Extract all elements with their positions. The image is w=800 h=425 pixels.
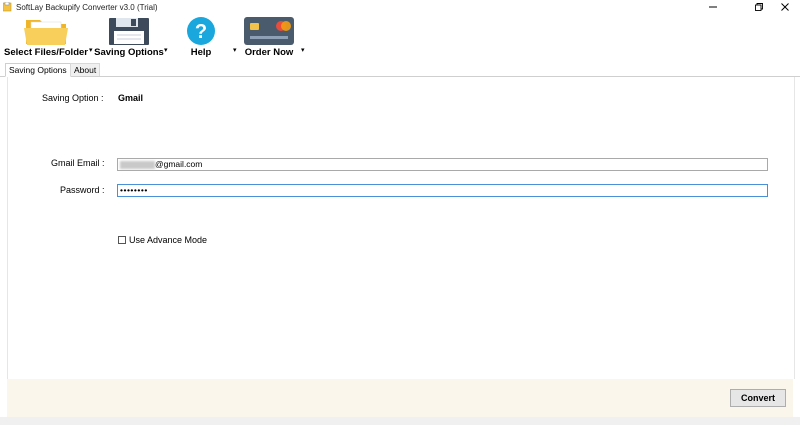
saving-options-button[interactable]: Saving Options [94, 16, 164, 62]
close-button[interactable] [770, 0, 800, 14]
title-bar: SoftLay Backupify Converter v3.0 (Trial) [0, 0, 800, 14]
tab-strip: Saving Options About [0, 63, 800, 77]
window-bottom-edge [0, 417, 800, 425]
app-logo-icon [2, 1, 12, 12]
floppy-disk-icon [109, 18, 149, 45]
toolbar: Select Files/Folder ▾ Saving Options ▾ ?… [0, 14, 800, 62]
advance-mode-checkbox[interactable] [118, 236, 126, 244]
minimize-icon [709, 6, 717, 8]
order-now-button[interactable]: Order Now [240, 16, 298, 62]
select-files-label: Select Files/Folder [4, 47, 88, 58]
saving-options-panel [7, 77, 795, 379]
convert-button[interactable]: Convert [730, 389, 786, 407]
restore-icon [755, 3, 763, 11]
minimize-button[interactable] [698, 0, 728, 14]
gmail-email-label: Gmail Email : [51, 158, 105, 168]
gmail-email-field[interactable]: @gmail.com [117, 158, 768, 171]
gmail-email-suffix: @gmail.com [155, 159, 203, 169]
saving-options-label: Saving Options [94, 47, 164, 58]
redacted-username [120, 160, 155, 169]
tab-saving-options[interactable]: Saving Options [5, 63, 71, 77]
saving-option-label: Saving Option : [42, 93, 104, 103]
tab-about[interactable]: About [70, 63, 101, 76]
window-title: SoftLay Backupify Converter v3.0 (Trial) [16, 2, 158, 12]
password-label: Password : [60, 185, 105, 195]
select-files-dropdown-icon[interactable]: ▾ [89, 46, 93, 54]
help-icon: ? [187, 17, 215, 45]
help-button[interactable]: ? Help [172, 16, 230, 62]
advance-mode-label[interactable]: Use Advance Mode [129, 235, 207, 245]
close-icon [781, 3, 789, 11]
password-field[interactable]: •••••••• [117, 184, 768, 197]
saving-options-dropdown-icon[interactable]: ▾ [164, 46, 168, 54]
order-now-label: Order Now [244, 47, 294, 58]
select-files-button[interactable]: Select Files/Folder [4, 16, 88, 62]
help-dropdown-icon[interactable]: ▾ [233, 46, 237, 54]
svg-text:?: ? [195, 21, 207, 43]
folder-icon [24, 20, 68, 45]
help-label: Help [190, 47, 212, 58]
order-now-dropdown-icon[interactable]: ▾ [301, 46, 305, 54]
credit-card-icon [244, 17, 294, 45]
saving-option-value: Gmail [118, 93, 144, 103]
footer-bar [7, 379, 793, 417]
